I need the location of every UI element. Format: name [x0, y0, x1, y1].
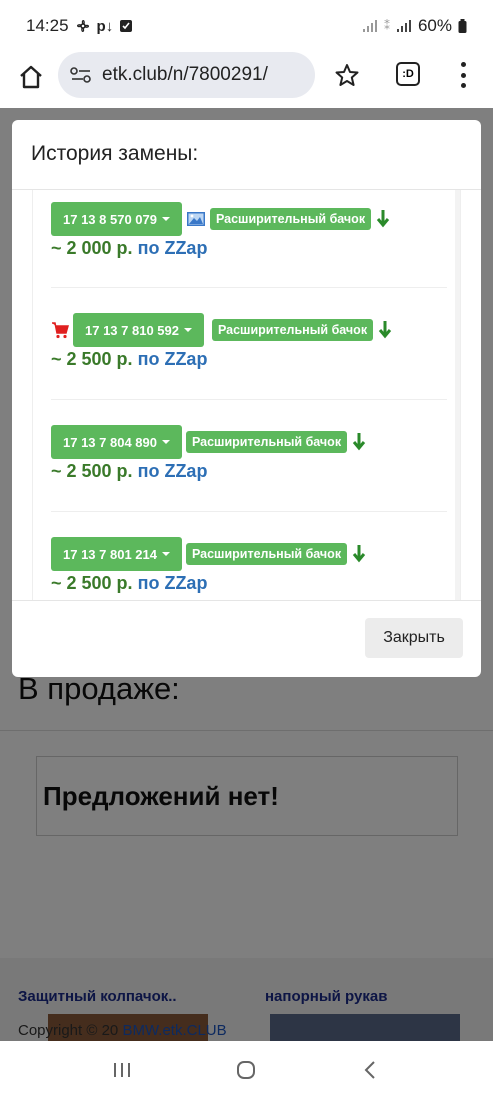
bookmark-star-icon[interactable] — [334, 62, 360, 88]
extension-icon[interactable]: :D — [396, 62, 420, 86]
notification-icon: p↓ — [96, 17, 114, 35]
part-label: Расширительный бачок — [211, 319, 374, 341]
recent-apps-icon[interactable] — [111, 1060, 133, 1080]
caret-down-icon — [161, 217, 170, 221]
close-button[interactable]: Закрыть — [365, 618, 463, 658]
caret-down-icon — [183, 328, 192, 332]
replacement-history-modal: История замены: 17 13 8 570 079 Расширит… — [12, 120, 481, 677]
fan-icon — [76, 19, 89, 33]
part-number-text: 17 13 7 801 214 — [63, 546, 157, 562]
price-source-link[interactable]: по ZZap — [138, 349, 208, 369]
browser-toolbar: etk.club/n/7800291/ :D — [0, 52, 493, 108]
battery-icon — [458, 19, 467, 33]
no-sim-icon: ⁑ — [383, 19, 390, 33]
price-source-link[interactable]: по ZZap — [138, 573, 208, 593]
modal-title: История замены: — [31, 142, 199, 165]
part-number-dropdown[interactable]: 17 13 7 804 890 — [51, 425, 182, 459]
price-value: ~ 2 500 р. — [51, 461, 133, 481]
home-nav-icon[interactable] — [235, 1059, 257, 1081]
part-number-text: 17 13 7 810 592 — [85, 322, 179, 338]
modal-footer-divider — [12, 600, 481, 601]
price-value: ~ 2 500 р. — [51, 349, 133, 369]
status-bar: 14:25 p↓ ⁑ 60% — [0, 0, 493, 52]
item-divider — [51, 399, 447, 400]
modal-scrollbar[interactable] — [455, 190, 460, 600]
price-source-link[interactable]: по ZZap — [138, 238, 208, 258]
arrow-down-icon — [352, 433, 366, 451]
item-divider — [51, 287, 447, 288]
item-divider — [51, 511, 447, 512]
cart-icon[interactable] — [51, 321, 69, 339]
part-number-dropdown[interactable]: 17 13 8 570 079 — [51, 202, 182, 236]
price-line: ~ 2 500 р. по ZZap — [51, 461, 207, 482]
signal-icon — [362, 20, 377, 32]
more-menu-icon[interactable] — [455, 62, 471, 88]
part-label: Расширительный бачок — [185, 543, 348, 565]
home-icon[interactable] — [16, 62, 46, 92]
price-line: ~ 2 500 р. по ZZap — [51, 349, 207, 370]
part-label: Расширительный бачок — [209, 208, 372, 230]
checkbox-notification-icon — [120, 20, 133, 32]
part-label: Расширительный бачок — [185, 431, 348, 453]
price-source-link[interactable]: по ZZap — [138, 461, 208, 481]
price-value: ~ 2 000 р. — [51, 238, 133, 258]
image-icon[interactable] — [186, 211, 206, 227]
modal-body[interactable]: 17 13 8 570 079 Расширительный бачок ~ 2… — [32, 190, 461, 600]
price-value: ~ 2 500 р. — [51, 573, 133, 593]
price-line: ~ 2 000 р. по ZZap — [51, 238, 207, 259]
arrow-down-icon — [376, 210, 390, 228]
signal-icon-2 — [396, 20, 411, 32]
part-number-text: 17 13 7 804 890 — [63, 434, 157, 450]
caret-down-icon — [161, 552, 170, 556]
system-nav-bar — [0, 1041, 493, 1099]
caret-down-icon — [161, 440, 170, 444]
price-line: ~ 2 500 р. по ZZap — [51, 573, 207, 594]
address-bar[interactable]: etk.club/n/7800291/ — [58, 52, 315, 98]
part-number-dropdown[interactable]: 17 13 7 801 214 — [51, 537, 182, 571]
battery-percent: 60% — [417, 16, 452, 35]
part-number-text: 17 13 8 570 079 — [63, 211, 157, 227]
arrow-down-icon — [378, 321, 392, 339]
site-settings-icon[interactable] — [70, 66, 92, 84]
url-text[interactable]: etk.club/n/7800291/ — [102, 64, 268, 86]
back-nav-icon[interactable] — [360, 1059, 382, 1081]
arrow-down-icon — [352, 545, 366, 563]
part-number-dropdown[interactable]: 17 13 7 810 592 — [73, 313, 204, 347]
status-time: 14:25 — [26, 16, 69, 35]
